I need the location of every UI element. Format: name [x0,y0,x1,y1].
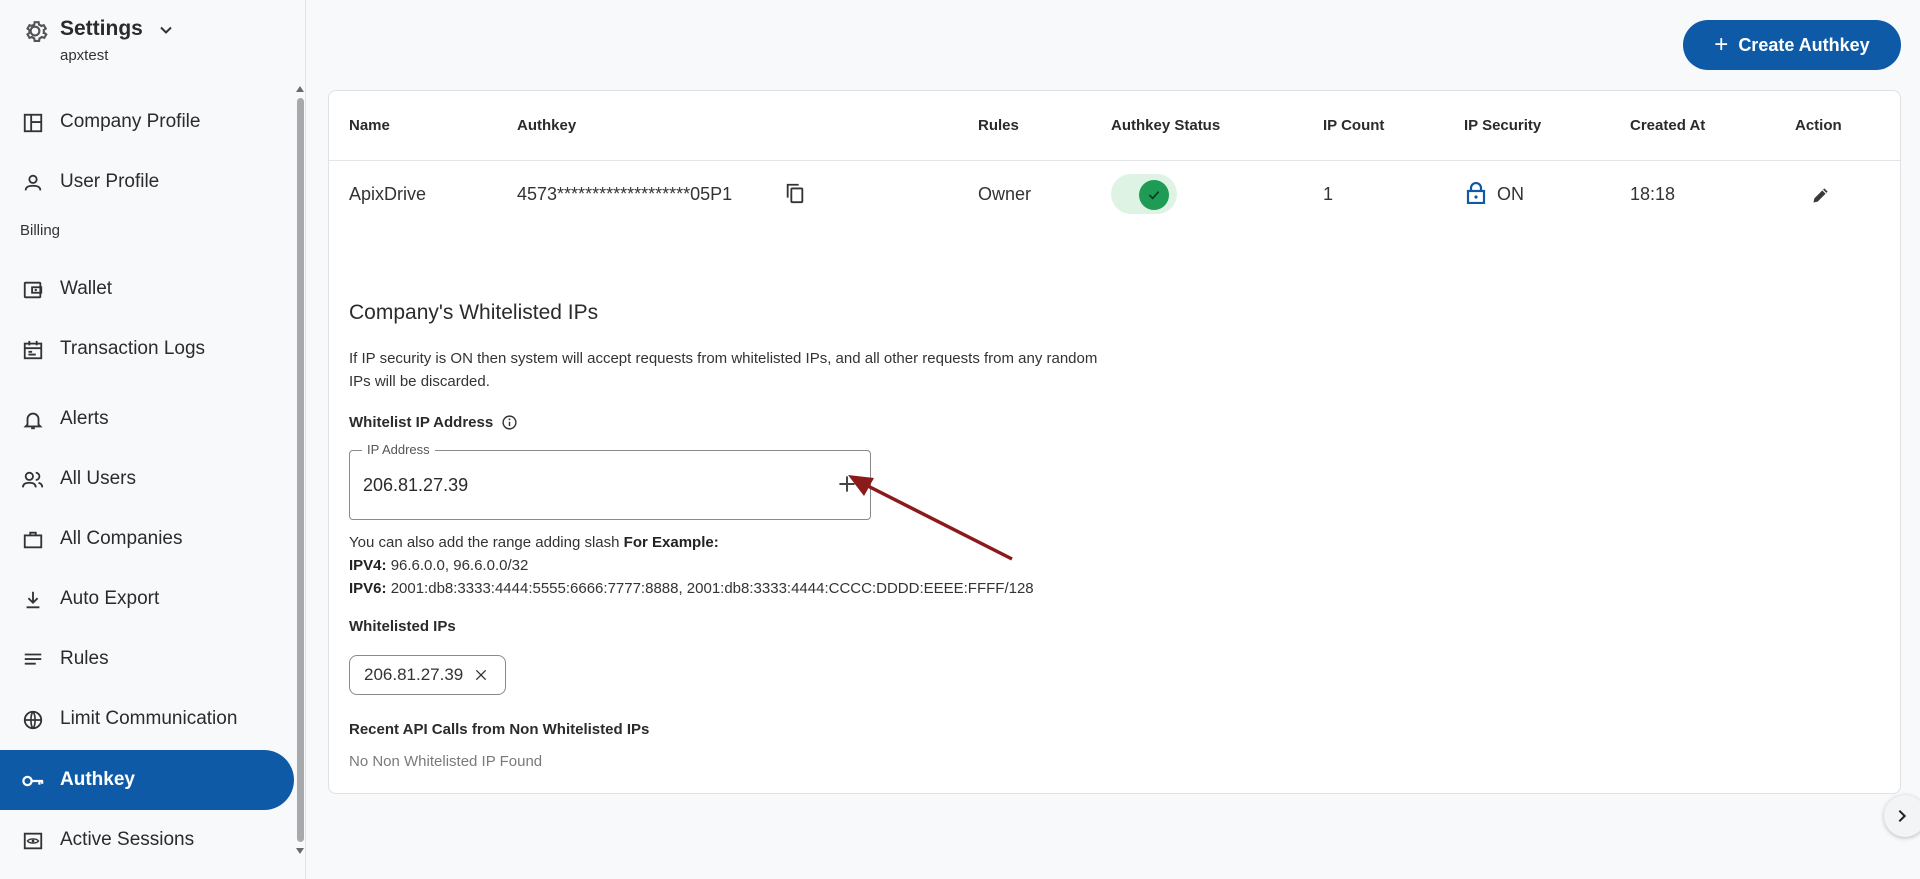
authkey-card: Name Authkey Rules Authkey Status IP Cou… [328,90,1901,794]
briefcase-icon [20,527,46,553]
calendar-icon [20,337,46,363]
column-action: Action [1795,117,1842,134]
created-at: 18:18 [1630,184,1676,204]
whitelist-description: If IP security is ON then system will ac… [349,350,1098,390]
sidebar-item-label: Authkey [60,769,135,790]
column-ip-count: IP Count [1323,117,1385,134]
scroll-thumb[interactable] [297,98,304,842]
ip-address-legend: IP Address [362,442,435,457]
settings-title: Settings [60,17,143,40]
account-name: apxtest [60,47,109,64]
person-icon [20,170,46,196]
chevron-down-icon[interactable] [156,20,176,40]
scroll-up-arrow[interactable] [296,86,304,92]
sidebar-item-user-profile[interactable]: User Profile [0,152,294,212]
sidebar-item-label: Active Sessions [60,829,195,850]
table-header: Name Authkey Rules Authkey Status IP Cou… [329,91,1900,161]
globe-icon [20,707,46,733]
list-icon [20,647,46,673]
users-icon [20,467,46,493]
whitelist-title: Company's Whitelisted IPs [349,301,599,324]
ip-count: 1 [1323,184,1334,204]
sidebar-item-label: Rules [60,648,109,669]
sidebar-item-label: Transaction Logs [60,338,206,359]
layout-icon [20,110,46,136]
authkey-status-toggle[interactable] [1111,174,1177,214]
sidebar-item-alerts[interactable]: Alerts [0,389,294,449]
ipv4-label: IPV4: [349,557,387,574]
check-icon [1139,180,1169,210]
annotation-arrow [848,475,1013,561]
whitelist-ip-label: Whitelist IP Address [349,414,518,431]
sidebar-nav: Company Profile User Profile Billing Wal… [0,92,294,879]
info-icon[interactable] [501,414,518,431]
sidebar-item-wallet[interactable]: Wallet [0,259,294,319]
sidebar-item-label: Wallet [60,278,113,299]
sidebar: Settings apxtest Company Profile User Pr… [0,0,306,879]
sidebar-item-label: Company Profile [60,111,201,132]
settings-header[interactable]: Settings apxtest [0,0,306,76]
column-authkey-status: Authkey Status [1111,117,1221,134]
whitelisted-ips-label: Whitelisted IPs [349,618,456,635]
ipv4-value: 96.6.0.0, 96.6.0.0/32 [390,557,529,574]
column-rules: Rules [978,117,1019,134]
sidebar-item-label: All Users [60,468,137,489]
sidebar-item-company-profile[interactable]: Company Profile [0,92,294,152]
sidebar-item-authkey[interactable]: Authkey [0,750,294,810]
column-created-at: Created At [1630,117,1706,134]
ipv6-value: 2001:db8:3333:4444:5555:6666:7777:8888, … [390,580,1034,597]
sidebar-item-all-users[interactable]: All Users [0,449,294,509]
recent-calls-empty: No Non Whitelisted IP Found [349,753,543,770]
lock-icon [1466,182,1486,204]
whitelisted-ip-value: 206.81.27.39 [364,665,464,684]
hint-example: For Example: [623,534,719,551]
authkey-name: ApixDrive [349,184,427,204]
ip-security-status: ON [1497,184,1524,204]
sidebar-item-label: Auto Export [60,588,160,609]
ip-address-field: IP Address [349,442,871,520]
scroll-down-arrow[interactable] [296,848,304,854]
recent-calls-label: Recent API Calls from Non Whitelisted IP… [349,721,650,738]
hint-ipv6-line: IPV6: 2001:db8:3333:4444:5555:6666:7777:… [349,577,1034,600]
whitelist-ip-label-text: Whitelist IP Address [349,414,494,431]
remove-ip-icon[interactable] [473,667,489,683]
sidebar-item-active-sessions[interactable]: Active Sessions [0,810,294,870]
eye-icon [20,828,46,854]
authkey-value: 4573*******************05P1 [517,184,733,204]
sidebar-item-label: Alerts [60,408,109,429]
bell-icon [20,407,46,433]
sidebar-item-rules[interactable]: Rules [0,629,294,689]
copy-icon[interactable] [784,181,806,205]
column-name: Name [349,117,390,134]
hint-intro: You can also add the range adding slash [349,534,620,551]
key-icon [20,768,46,794]
whitelisted-ip-chip: 206.81.27.39 [349,655,507,695]
edit-icon[interactable] [1811,185,1831,205]
sidebar-item-limit-communication[interactable]: Limit Communication [0,689,294,749]
sidebar-item-all-companies[interactable]: All Companies [0,509,294,569]
sidebar-item-label: All Companies [60,528,183,549]
section-billing: Billing [20,222,61,239]
column-ip-security: IP Security [1464,117,1542,134]
gear-icon [26,21,48,42]
wallet-icon [20,277,46,303]
sidebar-item-transaction-logs[interactable]: Transaction Logs [0,319,294,379]
download-icon [20,587,46,613]
create-authkey-button[interactable]: + Create Authkey [1683,20,1901,70]
sidebar-item-label: Limit Communication [60,708,238,729]
plus-icon: + [1714,31,1729,58]
sidebar-item-label: User Profile [60,171,160,192]
ipv6-label: IPV6: [349,580,387,597]
chevron-right-icon [1898,809,1907,823]
column-authkey: Authkey [517,117,577,134]
sidebar-scrollbar[interactable] [294,86,306,862]
authkey-rules: Owner [978,184,1032,204]
sidebar-item-auto-export[interactable]: Auto Export [0,569,294,629]
ip-address-input[interactable] [363,469,803,501]
create-authkey-label: Create Authkey [1738,34,1870,55]
expand-panel-button[interactable] [1884,795,1920,837]
